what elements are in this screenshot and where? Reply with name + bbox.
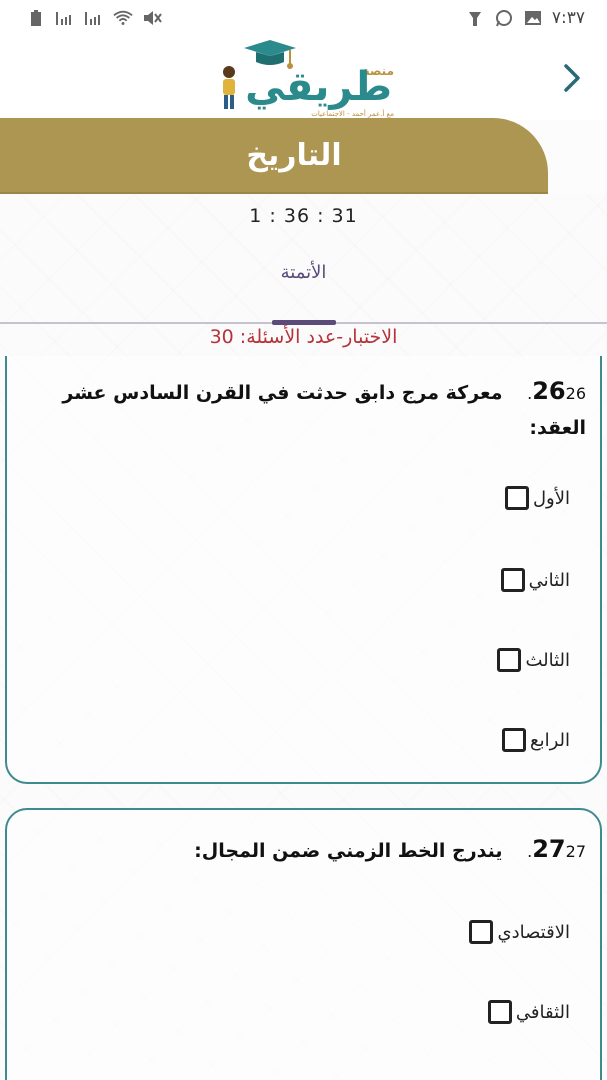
- option-label: الرابع: [529, 729, 570, 751]
- status-bar: ٧:٣٧: [0, 0, 607, 36]
- question-card-26: 2626. معركة مرج دابق حدثت في القرن الساد…: [5, 356, 602, 784]
- option-label: الثقافي: [515, 1001, 570, 1023]
- checkbox[interactable]: [487, 1000, 512, 1024]
- logo-tagline: مع أ.عمر أحمد - الاجتماعيات: [311, 110, 394, 118]
- countdown-timer: 1 : 36 : 31: [249, 205, 358, 227]
- mute-icon: [142, 8, 162, 28]
- subject-banner: التاريخ: [0, 118, 548, 194]
- option-item[interactable]: الاقتصادي: [469, 920, 570, 944]
- option-item[interactable]: الثقافي: [487, 1000, 570, 1024]
- signal-icon: [55, 8, 75, 28]
- question-header: 2727. يندرج الخط الزمني ضمن المجال:: [26, 832, 586, 869]
- status-time: ٧:٣٧: [551, 8, 585, 28]
- status-right: ٧:٣٧: [465, 8, 585, 28]
- question-card-27: 2727. يندرج الخط الزمني ضمن المجال: الاق…: [5, 808, 602, 1080]
- question-text: معركة مرج دابق حدثت في القرن السادس عشر …: [62, 382, 586, 439]
- quiz-type-label: الأتمتة: [280, 262, 327, 283]
- signal-icon: [84, 8, 104, 28]
- torch-icon: [465, 8, 485, 28]
- subject-title: التاريخ: [246, 137, 342, 173]
- logo-text: طريقي: [245, 64, 393, 110]
- question-count: الاختبار-عدد الأسئلة: 30: [209, 326, 398, 348]
- logo: منصة طريقي مع أ.عمر أحمد - الاجتماعيات: [210, 36, 400, 120]
- question-number: 27: [532, 835, 566, 863]
- whatsapp-icon: [494, 8, 514, 28]
- checkbox[interactable]: [500, 568, 525, 592]
- student-icon: [223, 66, 235, 109]
- divider-accent: [272, 320, 336, 325]
- checkbox[interactable]: [504, 486, 529, 510]
- chevron-right-icon[interactable]: [557, 58, 587, 98]
- checkbox[interactable]: [469, 920, 494, 944]
- question-header: 2626. معركة مرج دابق حدثت في القرن الساد…: [26, 374, 586, 445]
- status-left: [26, 8, 162, 28]
- app-header: منصة طريقي مع أ.عمر أحمد - الاجتماعيات: [0, 36, 607, 120]
- option-item[interactable]: الأول: [504, 486, 570, 510]
- option-label: الاقتصادي: [497, 921, 570, 943]
- checkbox[interactable]: [501, 728, 526, 752]
- option-label: الثاني: [528, 569, 570, 591]
- wifi-icon: [113, 8, 133, 28]
- question-number: 26: [532, 377, 566, 405]
- option-item[interactable]: الثالث: [497, 648, 570, 672]
- battery-icon: [26, 8, 46, 28]
- option-label: الثالث: [525, 649, 570, 671]
- checkbox[interactable]: [497, 648, 522, 672]
- gallery-icon: [523, 8, 543, 28]
- option-item[interactable]: الثاني: [500, 568, 570, 592]
- question-text: يندرج الخط الزمني ضمن المجال:: [194, 840, 503, 862]
- option-label: الأول: [532, 487, 570, 509]
- option-item[interactable]: الرابع: [501, 728, 570, 752]
